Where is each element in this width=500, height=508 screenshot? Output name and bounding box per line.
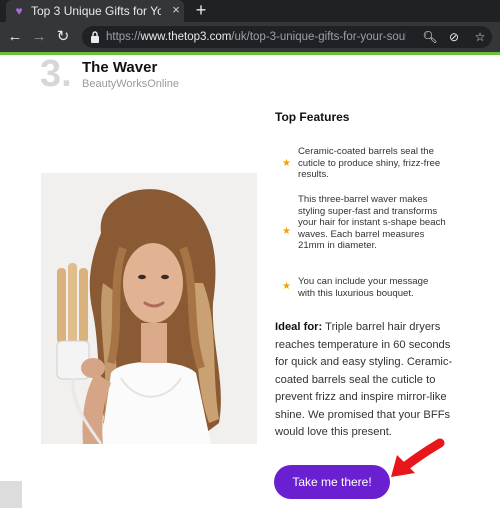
- ideal-for-text: Triple barrel hair dryers reaches temper…: [275, 321, 453, 438]
- product-brand: BeautyWorksOnline: [82, 78, 180, 90]
- product-title: The Waver: [82, 59, 158, 76]
- tracking-protection-icon[interactable]: ⊘: [446, 29, 462, 45]
- star-icon: ★: [282, 226, 291, 237]
- forward-arrow-icon[interactable]: →: [30, 28, 48, 46]
- corner-widget[interactable]: [0, 481, 22, 508]
- ideal-for-label: Ideal for:: [275, 321, 323, 333]
- tab-close-icon[interactable]: ×: [169, 3, 183, 17]
- feature-item: Ceramic-coated barrels seal the cuticle …: [298, 146, 441, 180]
- lock-icon: [91, 31, 99, 43]
- new-tab-button[interactable]: +: [192, 1, 210, 19]
- back-arrow-icon[interactable]: ←: [6, 28, 24, 46]
- browser-tab[interactable]: ♥ Top 3 Unique Gifts for You ×: [6, 0, 184, 22]
- browser-toolbar: ← → ↻ https://www.thetop3.com/uk/top-3-u…: [0, 22, 500, 55]
- features-heading: Top Features: [275, 110, 350, 124]
- star-icon: ★: [282, 281, 291, 292]
- url-text[interactable]: https://www.thetop3.com/uk/top-3-unique-…: [106, 30, 406, 44]
- browser-tab-strip: ♥ Top 3 Unique Gifts for You × +: [0, 0, 500, 22]
- zoom-icon[interactable]: 🔍︎: [422, 29, 438, 45]
- product-image: [41, 173, 257, 444]
- reload-icon[interactable]: ↻: [54, 28, 72, 46]
- feature-item: You can include your message with this l…: [298, 276, 429, 299]
- ideal-for-paragraph: Ideal for: Triple barrel hair dryers rea…: [275, 319, 460, 442]
- address-bar[interactable]: https://www.thetop3.com/uk/top-3-unique-…: [82, 26, 492, 48]
- star-icon: ★: [282, 158, 291, 169]
- tab-title: Top 3 Unique Gifts for You: [31, 4, 161, 18]
- red-arrow-annotation: [391, 438, 445, 477]
- take-me-there-button[interactable]: Take me there!: [274, 465, 390, 499]
- feature-item: This three-barrel waver makes styling su…: [298, 194, 446, 251]
- site-favicon-icon: ♥: [15, 4, 23, 18]
- rank-number: 3.: [40, 53, 72, 95]
- bookmark-star-icon[interactable]: ☆: [472, 29, 488, 45]
- page-content: 3. The Waver BeautyWorksOnline Top Featu…: [0, 53, 500, 508]
